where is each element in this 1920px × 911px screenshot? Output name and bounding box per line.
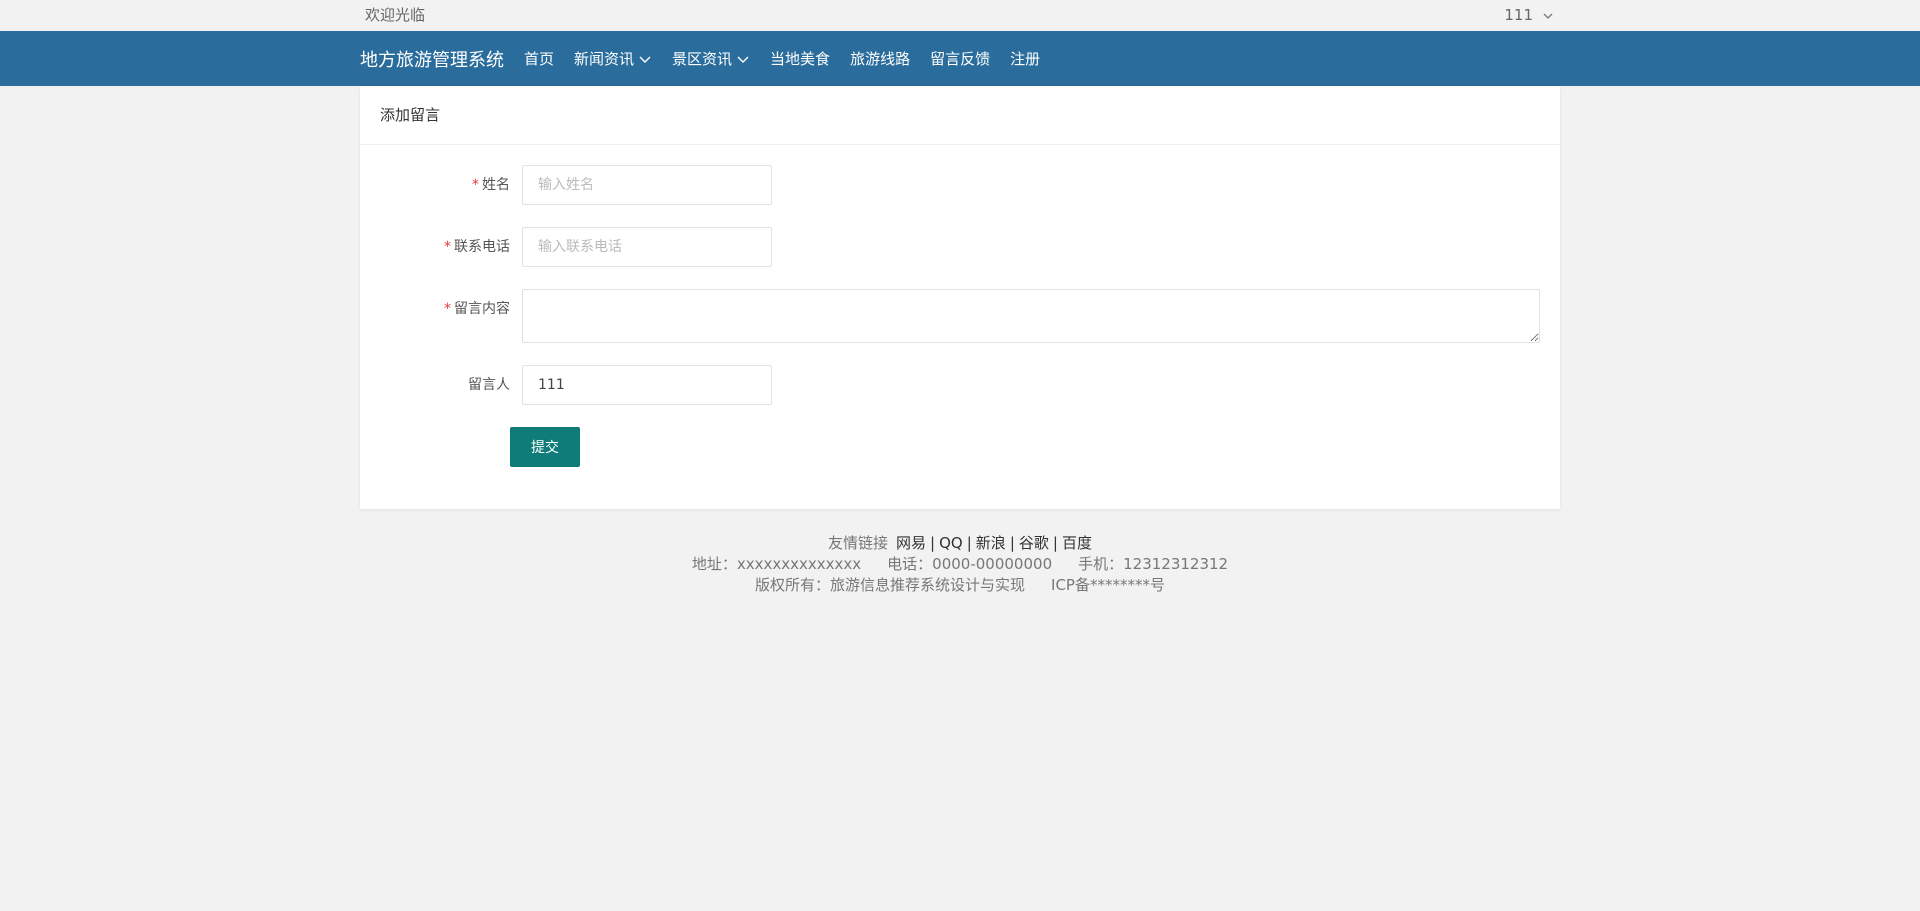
author-input[interactable]: [522, 365, 772, 405]
friend-links: 友情链接 网易 | QQ | 新浪 | 谷歌 | 百度: [828, 534, 1092, 552]
footer-phone: 电话：0000-00000000: [887, 555, 1053, 573]
nav-item-label: 景区资讯: [672, 50, 733, 68]
chevron-down-icon: [639, 56, 651, 63]
form-row-submit: 提交: [380, 427, 1540, 467]
nav-item-label: 当地美食: [770, 50, 831, 68]
author-label: 留言人: [468, 377, 510, 393]
link-qq[interactable]: QQ: [939, 534, 963, 552]
contact-info: 地址：xxxxxxxxxxxxxx 电话：0000-00000000 手机：1231…: [0, 554, 1920, 575]
link-baidu[interactable]: 百度: [1062, 534, 1092, 552]
chevron-down-icon: [737, 56, 749, 63]
nav-item-register[interactable]: 注册: [1000, 31, 1050, 86]
message-form-card: 添加留言 *姓名 *联系电话 *留言内容 留言人 提交: [360, 86, 1560, 509]
card-title: 添加留言: [360, 86, 1560, 145]
nav-item-routes[interactable]: 旅游线路: [840, 31, 920, 86]
form-row-author: 留言人: [380, 365, 1540, 405]
nav-item-news[interactable]: 新闻资讯: [564, 31, 662, 86]
nav-item-scenic[interactable]: 景区资讯: [662, 31, 760, 86]
submit-button[interactable]: 提交: [510, 427, 580, 467]
form-body: *姓名 *联系电话 *留言内容 留言人 提交: [360, 145, 1560, 509]
content-label: * 留言内容: [444, 301, 510, 317]
copyright-info: 版权所有：旅游信息推荐系统设计与实现 ICP备********号: [0, 575, 1920, 596]
name-label: * 姓名: [472, 177, 510, 193]
nav-item-label: 注册: [1010, 50, 1041, 68]
footer-copyright: 版权所有：旅游信息推荐系统设计与实现: [755, 576, 1026, 594]
required-mark: *: [472, 177, 479, 193]
content-textarea[interactable]: [522, 289, 1540, 343]
user-menu[interactable]: 111: [1504, 0, 1555, 31]
phone-input[interactable]: [522, 227, 772, 267]
nav-item-label: 留言反馈: [930, 50, 991, 68]
footer-icp: ICP备********号: [1051, 576, 1165, 594]
chevron-down-icon: [1543, 13, 1553, 19]
main-navbar: 地方旅游管理系统 首页 新闻资讯 景区资讯 当地美食 旅游线路 留言反馈 注册: [0, 31, 1920, 86]
nav-item-label: 首页: [524, 50, 555, 68]
nav-item-feedback[interactable]: 留言反馈: [920, 31, 1000, 86]
username: 111: [1504, 6, 1533, 24]
site-brand[interactable]: 地方旅游管理系统: [360, 46, 504, 72]
welcome-text: 欢迎光临: [365, 6, 426, 24]
footer-address: 地址：xxxxxxxxxxxxxx: [691, 555, 862, 573]
link-netease[interactable]: 网易: [896, 534, 926, 552]
phone-label: * 联系电话: [444, 239, 510, 255]
required-mark: *: [444, 239, 451, 255]
form-row-name: * 姓名: [380, 165, 1540, 205]
name-input[interactable]: [522, 165, 772, 205]
nav-item-food[interactable]: 当地美食: [760, 31, 840, 86]
footer: 友情链接 网易 | QQ | 新浪 | 谷歌 | 百度 地址：xxxxxxxxxxxxxx 电话：0…: [0, 533, 1920, 596]
link-google[interactable]: 谷歌: [1019, 534, 1049, 552]
nav-item-label: 新闻资讯: [574, 50, 635, 68]
form-row-phone: * 联系电话: [380, 227, 1540, 267]
friend-links-label: 友情链接: [828, 534, 889, 552]
form-row-content: * 留言内容: [380, 289, 1540, 343]
required-mark: *: [444, 301, 451, 317]
nav-item-label: 旅游线路: [850, 50, 911, 68]
footer-mobile: 手机：12312312312: [1078, 555, 1229, 573]
link-sina[interactable]: 新浪: [976, 534, 1006, 552]
nav-item-home[interactable]: 首页: [514, 31, 564, 86]
top-bar: 欢迎光临 111: [0, 0, 1920, 31]
